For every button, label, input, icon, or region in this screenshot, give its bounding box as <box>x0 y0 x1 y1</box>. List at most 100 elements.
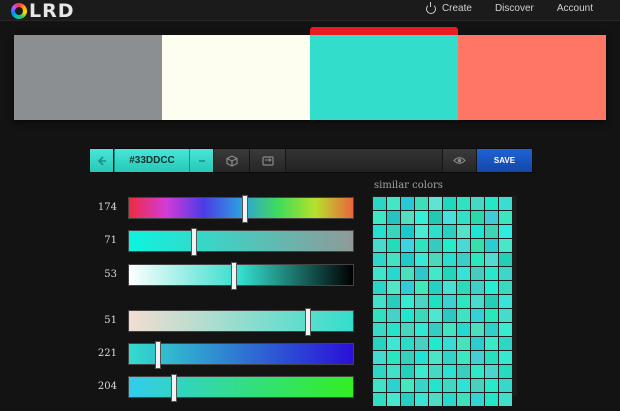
similar-color-swatch[interactable] <box>401 281 414 294</box>
similar-color-swatch[interactable] <box>373 239 386 252</box>
palette-swatch[interactable] <box>310 27 458 120</box>
similar-color-swatch[interactable] <box>499 379 512 392</box>
similar-color-swatch[interactable] <box>373 337 386 350</box>
similar-color-swatch[interactable] <box>485 281 498 294</box>
similar-color-swatch[interactable] <box>401 225 414 238</box>
nav-create[interactable]: Create <box>425 2 472 15</box>
similar-color-swatch[interactable] <box>415 393 428 406</box>
similar-color-swatch[interactable] <box>429 197 442 210</box>
similar-color-swatch[interactable] <box>415 379 428 392</box>
similar-color-swatch[interactable] <box>373 309 386 322</box>
similar-color-swatch[interactable] <box>387 365 400 378</box>
similar-color-swatch[interactable] <box>443 253 456 266</box>
similar-color-swatch[interactable] <box>457 351 470 364</box>
similar-color-swatch[interactable] <box>485 253 498 266</box>
similar-color-swatch[interactable] <box>373 379 386 392</box>
slider-handle[interactable] <box>231 262 238 290</box>
similar-color-swatch[interactable] <box>499 225 512 238</box>
similar-color-swatch[interactable] <box>485 351 498 364</box>
similar-color-swatch[interactable] <box>485 197 498 210</box>
similar-color-swatch[interactable] <box>443 337 456 350</box>
similar-color-swatch[interactable] <box>471 281 484 294</box>
similar-color-swatch[interactable] <box>373 393 386 406</box>
nav-account[interactable]: Account <box>557 3 593 15</box>
slider-handle[interactable] <box>305 308 312 336</box>
similar-color-swatch[interactable] <box>471 337 484 350</box>
similar-color-swatch[interactable] <box>401 323 414 336</box>
similar-color-swatch[interactable] <box>499 295 512 308</box>
similar-color-swatch[interactable] <box>401 211 414 224</box>
similar-color-swatch[interactable] <box>387 351 400 364</box>
similar-color-swatch[interactable] <box>499 309 512 322</box>
similar-color-swatch[interactable] <box>415 365 428 378</box>
similar-color-swatch[interactable] <box>373 211 386 224</box>
similar-color-swatch[interactable] <box>415 309 428 322</box>
remove-color-button[interactable] <box>190 149 214 172</box>
similar-color-swatch[interactable] <box>429 211 442 224</box>
similar-color-swatch[interactable] <box>485 239 498 252</box>
slider-handle[interactable] <box>170 374 177 402</box>
similar-color-swatch[interactable] <box>387 379 400 392</box>
similar-color-swatch[interactable] <box>373 225 386 238</box>
similar-color-swatch[interactable] <box>415 239 428 252</box>
similar-color-swatch[interactable] <box>429 393 442 406</box>
similar-color-swatch[interactable] <box>443 225 456 238</box>
similar-color-swatch[interactable] <box>401 337 414 350</box>
similar-color-swatch[interactable] <box>387 253 400 266</box>
palette-swatch[interactable] <box>458 35 606 120</box>
slider-handle[interactable] <box>155 341 162 369</box>
similar-color-swatch[interactable] <box>457 365 470 378</box>
similar-color-swatch[interactable] <box>499 211 512 224</box>
similar-color-swatch[interactable] <box>471 267 484 280</box>
similar-color-swatch[interactable] <box>429 225 442 238</box>
prev-color-button[interactable] <box>90 149 114 172</box>
similar-color-swatch[interactable] <box>457 225 470 238</box>
similar-color-swatch[interactable] <box>471 239 484 252</box>
similar-color-swatch[interactable] <box>429 323 442 336</box>
similar-color-swatch[interactable] <box>485 295 498 308</box>
similar-color-swatch[interactable] <box>387 295 400 308</box>
similar-color-swatch[interactable] <box>429 337 442 350</box>
colrd-logo[interactable]: LRD <box>11 1 75 21</box>
similar-color-swatch[interactable] <box>499 323 512 336</box>
save-button[interactable]: SAVE <box>477 149 532 172</box>
similar-color-swatch[interactable] <box>485 365 498 378</box>
similar-color-swatch[interactable] <box>373 351 386 364</box>
similar-color-swatch[interactable] <box>499 393 512 406</box>
similar-color-swatch[interactable] <box>499 365 512 378</box>
similar-color-swatch[interactable] <box>387 239 400 252</box>
similar-color-swatch[interactable] <box>387 309 400 322</box>
similar-color-swatch[interactable] <box>415 267 428 280</box>
similar-color-swatch[interactable] <box>429 267 442 280</box>
similar-color-swatch[interactable] <box>401 267 414 280</box>
slider-track[interactable] <box>128 195 354 223</box>
similar-color-swatch[interactable] <box>471 295 484 308</box>
similar-color-swatch[interactable] <box>415 211 428 224</box>
similar-color-swatch[interactable] <box>429 295 442 308</box>
similar-color-swatch[interactable] <box>429 281 442 294</box>
similar-color-swatch[interactable] <box>387 393 400 406</box>
similar-color-swatch[interactable] <box>387 211 400 224</box>
similar-color-swatch[interactable] <box>499 239 512 252</box>
slider-track[interactable] <box>128 262 354 290</box>
similar-color-swatch[interactable] <box>499 351 512 364</box>
similar-color-swatch[interactable] <box>415 281 428 294</box>
similar-color-swatch[interactable] <box>471 225 484 238</box>
similar-color-swatch[interactable] <box>457 253 470 266</box>
similar-color-swatch[interactable] <box>401 253 414 266</box>
similar-color-swatch[interactable] <box>401 309 414 322</box>
similar-color-swatch[interactable] <box>373 365 386 378</box>
similar-color-swatch[interactable] <box>429 309 442 322</box>
palette-swatch[interactable] <box>162 35 310 120</box>
similar-color-swatch[interactable] <box>401 295 414 308</box>
similar-color-swatch[interactable] <box>471 323 484 336</box>
similar-color-swatch[interactable] <box>499 267 512 280</box>
similar-color-swatch[interactable] <box>499 197 512 210</box>
similar-color-swatch[interactable] <box>499 337 512 350</box>
slider-track[interactable] <box>128 374 354 402</box>
similar-color-swatch[interactable] <box>457 309 470 322</box>
similar-color-swatch[interactable] <box>373 253 386 266</box>
similar-color-swatch[interactable] <box>471 253 484 266</box>
similar-color-swatch[interactable] <box>401 393 414 406</box>
similar-color-swatch[interactable] <box>471 365 484 378</box>
